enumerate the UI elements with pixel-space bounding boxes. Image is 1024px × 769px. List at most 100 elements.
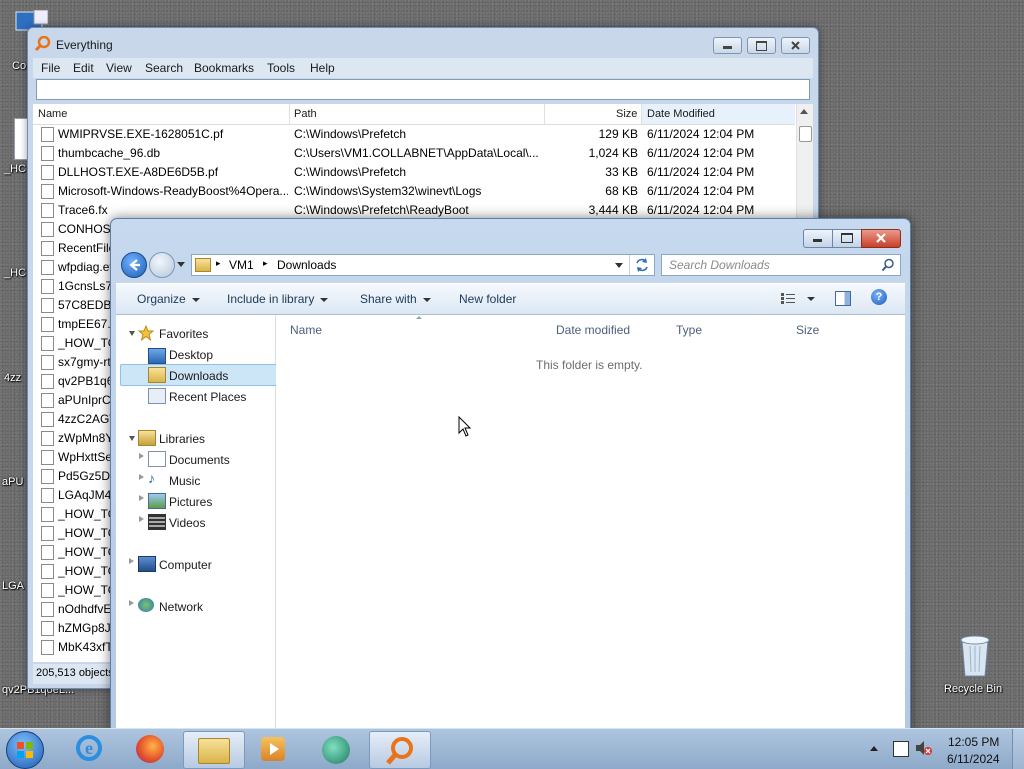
expand-arrow-icon[interactable] — [129, 331, 135, 336]
maximize-button[interactable] — [832, 229, 862, 248]
breadcrumb-arrow-icon: ▸ — [263, 258, 268, 268]
include-in-library-button[interactable]: Include in library — [227, 292, 329, 306]
desktop-icon-label: aPU — [2, 476, 24, 488]
desktop-icon-label: LGA — [2, 580, 25, 592]
breadcrumb-downloads[interactable]: Downloads — [277, 258, 336, 272]
menu-bookmarks[interactable]: Bookmarks — [194, 61, 254, 75]
action-center-icon[interactable] — [893, 741, 909, 757]
expand-arrow-icon[interactable] — [129, 436, 135, 441]
nav-computer[interactable]: Computer — [159, 558, 212, 572]
cell-name: WMIPRVSE.EXE-1628051C.pf — [58, 127, 224, 141]
maximize-button[interactable] — [747, 37, 776, 54]
column-date-modified[interactable]: Date Modified — [647, 108, 715, 120]
menu-search[interactable]: Search — [145, 61, 183, 75]
back-button[interactable] — [121, 252, 147, 278]
recycle-bin-icon[interactable] — [956, 632, 994, 678]
share-label: Share with — [360, 292, 417, 306]
nav-network[interactable]: Network — [159, 600, 203, 614]
taskbar-everything[interactable] — [369, 731, 431, 769]
show-desktop-button[interactable] — [1012, 729, 1024, 769]
column-date-modified[interactable]: Date modified — [556, 323, 630, 337]
recent-places-icon — [148, 388, 166, 404]
desktop-file-icon[interactable] — [14, 118, 28, 160]
taskbar-internet-explorer[interactable]: e — [60, 731, 120, 767]
pictures-icon — [148, 493, 166, 509]
start-button[interactable] — [6, 731, 44, 769]
explorer-search-input[interactable]: Search Downloads — [661, 254, 901, 276]
chevron-down-icon — [191, 297, 200, 302]
collapse-arrow-icon[interactable] — [129, 600, 134, 606]
nav-music[interactable]: Music — [169, 474, 200, 488]
file-icon — [41, 203, 54, 218]
close-button[interactable] — [781, 37, 810, 54]
nav-videos[interactable]: Videos — [169, 516, 205, 530]
file-icon — [41, 298, 54, 313]
column-name[interactable]: Name — [38, 108, 67, 120]
collapse-arrow-icon[interactable] — [139, 495, 144, 501]
collapse-arrow-icon[interactable] — [139, 516, 144, 522]
nav-libraries[interactable]: Libraries — [159, 432, 205, 446]
downloads-folder-icon — [148, 367, 166, 383]
taskbar-app[interactable] — [306, 731, 366, 767]
explorer-window[interactable]: ▸ VM1 ▸ Downloads Search Downloads Organ… — [110, 218, 911, 732]
column-path[interactable]: Path — [294, 108, 317, 120]
search-icon[interactable] — [881, 258, 895, 272]
menu-tools[interactable]: Tools — [267, 61, 295, 75]
new-folder-button[interactable]: New folder — [459, 292, 516, 306]
taskbar-media-player[interactable] — [244, 731, 304, 767]
table-row[interactable]: WMIPRVSE.EXE-1628051C.pf C:\Windows\Prefe… — [33, 125, 795, 144]
recent-pages-chevron-icon[interactable] — [177, 262, 185, 267]
tray-date[interactable]: 6/11/2024 — [947, 752, 1000, 766]
cell-path: C:\Windows\System32\winevt\Logs — [294, 184, 482, 198]
tray-time[interactable]: 12:05 PM — [948, 735, 999, 749]
organize-button[interactable]: Organize — [137, 292, 200, 306]
folder-icon — [195, 258, 211, 272]
minimize-button[interactable] — [713, 37, 742, 54]
show-hidden-icons-icon[interactable] — [870, 746, 878, 751]
everything-magnifier-icon — [35, 36, 51, 52]
refresh-icon[interactable] — [629, 255, 654, 275]
nav-documents[interactable]: Documents — [169, 453, 230, 467]
taskbar-firefox[interactable] — [120, 731, 180, 767]
close-button[interactable] — [861, 229, 901, 248]
view-options-icon[interactable] — [781, 292, 815, 306]
preview-pane-icon[interactable] — [835, 291, 851, 306]
file-list-pane[interactable]: Name Date modified Type Size This folder… — [276, 315, 905, 728]
column-name[interactable]: Name — [290, 323, 322, 337]
taskbar-explorer[interactable] — [183, 731, 245, 769]
collapse-arrow-icon[interactable] — [139, 474, 144, 480]
menu-help[interactable]: Help — [310, 61, 335, 75]
minimize-button[interactable] — [803, 229, 833, 248]
nav-downloads[interactable]: Downloads — [169, 369, 228, 383]
everything-title-bar[interactable]: Everything — [28, 28, 818, 60]
forward-button[interactable] — [149, 252, 175, 278]
nav-pictures[interactable]: Pictures — [169, 495, 212, 509]
collapse-arrow-icon[interactable] — [129, 558, 134, 564]
table-row[interactable]: Microsoft-Windows-ReadyBoost%4Opera... C:… — [33, 182, 795, 201]
volume-muted-icon[interactable] — [914, 740, 932, 756]
share-with-button[interactable]: Share with — [360, 292, 431, 306]
menu-file[interactable]: File — [41, 61, 60, 75]
collapse-arrow-icon[interactable] — [139, 453, 144, 459]
address-bar[interactable]: ▸ VM1 ▸ Downloads — [191, 254, 655, 276]
command-bar: Organize Include in library Share with N… — [116, 283, 905, 315]
menu-edit[interactable]: Edit — [73, 61, 94, 75]
everything-search-input[interactable] — [36, 79, 810, 100]
table-row[interactable]: thumbcache_96.db C:\Users\VM1.COLLABNET\A… — [33, 144, 795, 163]
nav-recent-places[interactable]: Recent Places — [169, 390, 246, 404]
column-size[interactable]: Size — [616, 108, 637, 120]
documents-icon — [148, 451, 166, 467]
cell-name: thumbcache_96.db — [58, 146, 161, 160]
recycle-bin-label: Recycle Bin — [944, 683, 1003, 695]
help-icon[interactable]: ? — [871, 289, 887, 305]
column-type[interactable]: Type — [676, 323, 702, 337]
table-row[interactable]: DLLHOST.EXE-A8DE6D5B.pf C:\Windows\Prefet… — [33, 163, 795, 182]
nav-favorites[interactable]: Favorites — [159, 327, 208, 341]
column-size[interactable]: Size — [796, 323, 819, 337]
nav-desktop[interactable]: Desktop — [169, 348, 213, 362]
address-dropdown-icon[interactable] — [615, 263, 623, 268]
explorer-folder-icon — [198, 738, 230, 764]
breadcrumb-vm1[interactable]: VM1 — [229, 258, 254, 272]
file-icon — [41, 640, 54, 655]
menu-view[interactable]: View — [106, 61, 132, 75]
